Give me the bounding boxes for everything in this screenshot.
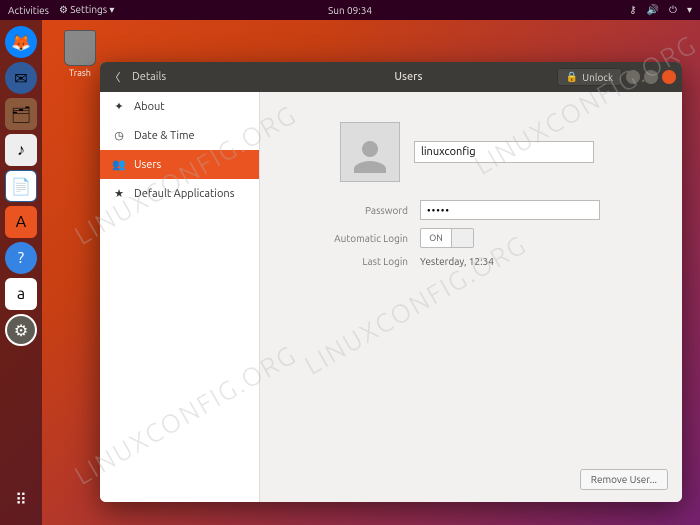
person-icon [346, 133, 394, 181]
sidebar-item-datetime[interactable]: ◷ Date & Time [100, 121, 259, 150]
sidebar-item-label: Date & Time [134, 130, 195, 142]
window-title: Users [260, 71, 557, 83]
network-icon[interactable]: ⚷ [629, 4, 636, 16]
password-field[interactable] [420, 200, 600, 220]
users-icon: 👥 [112, 158, 126, 171]
main-panel: Password Automatic Login ON Last Login Y… [260, 92, 682, 502]
unlock-button[interactable]: 🔒 Unlock [557, 68, 622, 86]
unlock-label: Unlock [582, 72, 613, 83]
dock: 🦊 ✉ 🗂 ♪ 📄 A ? a ⚙ ⠿ [0, 20, 42, 525]
app-menu-label: Settings ▾ [70, 4, 114, 15]
system-menu-icon[interactable]: ▾ [687, 4, 692, 16]
dock-software[interactable]: A [5, 206, 37, 238]
maximize-button[interactable] [644, 70, 658, 84]
settings-window: 〈 Details Users 🔒 Unlock ✦ About ◷ Date & … [100, 62, 682, 502]
sidebar-item-label: Default Applications [134, 188, 234, 200]
top-panel: Activities ⚙ Settings ▾ Sun 09:34 ⚷ 🔊 ⏻ … [0, 0, 700, 20]
sidebar-item-about[interactable]: ✦ About [100, 92, 259, 121]
app-menu[interactable]: ⚙ Settings ▾ [59, 4, 114, 16]
dock-help[interactable]: ? [5, 242, 37, 274]
titlebar: 〈 Details Users 🔒 Unlock [100, 62, 682, 92]
remove-user-button[interactable]: Remove User... [580, 469, 668, 490]
switch-knob [451, 229, 473, 247]
dock-firefox[interactable]: 🦊 [5, 26, 37, 58]
minimize-button[interactable] [626, 70, 640, 84]
section-title: Details [132, 71, 166, 83]
sidebar: ✦ About ◷ Date & Time 👥 Users ★ Default Appl… [100, 92, 260, 502]
back-button[interactable]: 〈 [106, 68, 124, 86]
sidebar-item-users[interactable]: 👥 Users [100, 150, 259, 179]
sidebar-item-label: Users [134, 159, 161, 171]
dock-amazon[interactable]: a [5, 278, 37, 310]
autologin-label: Automatic Login [280, 233, 420, 244]
password-label: Password [280, 205, 420, 216]
desktop-trash[interactable]: Trash [55, 30, 105, 78]
activities-button[interactable]: Activities [8, 5, 49, 16]
lock-icon: 🔒 [566, 71, 578, 83]
sidebar-item-label: About [134, 101, 165, 113]
switch-state: ON [421, 233, 451, 243]
clock[interactable]: Sun 09:34 [328, 5, 372, 16]
sidebar-item-default-apps[interactable]: ★ Default Applications [100, 179, 259, 208]
volume-icon[interactable]: 🔊 [647, 4, 659, 16]
lastlogin-value: Yesterday, 12:34 [420, 256, 600, 267]
show-applications[interactable]: ⠿ [5, 483, 37, 515]
close-button[interactable] [662, 70, 676, 84]
dock-files[interactable]: 🗂 [5, 98, 37, 130]
star-icon: ★ [112, 187, 126, 200]
info-icon: ✦ [112, 100, 126, 113]
clock-icon: ◷ [112, 129, 126, 142]
username-input[interactable] [414, 141, 594, 163]
dock-thunderbird[interactable]: ✉ [5, 62, 37, 94]
dock-settings[interactable]: ⚙ [5, 314, 37, 346]
trash-label: Trash [69, 68, 91, 78]
dock-rhythmbox[interactable]: ♪ [5, 134, 37, 166]
dock-writer[interactable]: 📄 [5, 170, 37, 202]
lastlogin-label: Last Login [280, 256, 420, 267]
power-icon[interactable]: ⏻ [669, 4, 677, 16]
trash-icon [64, 30, 96, 66]
autologin-switch[interactable]: ON [420, 228, 474, 248]
avatar[interactable] [340, 122, 400, 182]
